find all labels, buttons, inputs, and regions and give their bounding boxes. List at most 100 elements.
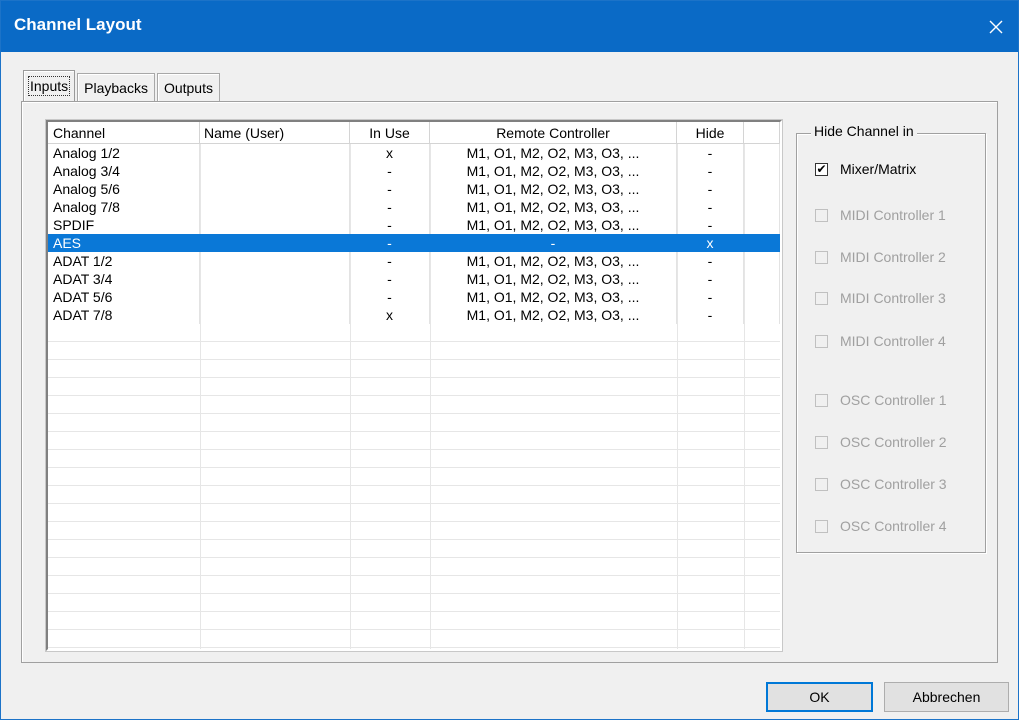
checkbox-label: OSC Controller 3 <box>840 476 947 492</box>
cell-in-use: - <box>350 270 430 288</box>
cell-in-use: - <box>350 234 430 252</box>
table-row[interactable]: SPDIF - M1, O1, M2, O2, M3, O3, ... - <box>48 216 780 234</box>
cell-name <box>200 162 350 180</box>
cell-name <box>200 252 350 270</box>
cell-remote: M1, O1, M2, O2, M3, O3, ... <box>430 288 677 306</box>
cell-hide: - <box>677 144 744 162</box>
grid-line-horizontal <box>48 449 780 450</box>
cell-in-use: - <box>350 252 430 270</box>
table-row[interactable]: AES - - x <box>48 234 780 252</box>
hide-option-mixer-matrix[interactable]: ✔ Mixer/Matrix <box>815 161 916 177</box>
cell-filler <box>744 270 780 288</box>
cell-hide: - <box>677 198 744 216</box>
cell-channel: ADAT 7/8 <box>48 306 200 324</box>
hide-option-osc-controller-1[interactable]: OSC Controller 1 <box>815 392 947 408</box>
grid-line-horizontal <box>48 539 780 540</box>
checkbox-icon[interactable] <box>815 435 828 449</box>
cell-name <box>200 180 350 198</box>
column-header-hide[interactable]: Hide <box>677 122 744 144</box>
grid-line-horizontal <box>48 611 780 612</box>
grid-line-horizontal <box>48 341 780 342</box>
grid-line-horizontal <box>48 377 780 378</box>
cell-remote: M1, O1, M2, O2, M3, O3, ... <box>430 216 677 234</box>
cell-remote: M1, O1, M2, O2, M3, O3, ... <box>430 180 677 198</box>
ok-button[interactable]: OK <box>766 682 873 712</box>
cell-hide: - <box>677 216 744 234</box>
cell-channel: Analog 5/6 <box>48 180 200 198</box>
checkbox-icon[interactable] <box>815 208 828 222</box>
hide-option-midi-controller-1[interactable]: MIDI Controller 1 <box>815 207 946 223</box>
checkbox-label: MIDI Controller 3 <box>840 290 946 306</box>
checkbox-icon[interactable] <box>815 477 828 491</box>
checkbox-label: OSC Controller 2 <box>840 434 947 450</box>
column-header-channel[interactable]: Channel <box>48 122 200 144</box>
checkbox-icon[interactable] <box>815 334 828 348</box>
channel-list[interactable]: Channel Name (User) In Use Remote Contro… <box>45 119 783 652</box>
column-header-filler <box>744 122 780 144</box>
cancel-button[interactable]: Abbrechen <box>884 682 1009 712</box>
cell-remote: M1, O1, M2, O2, M3, O3, ... <box>430 252 677 270</box>
tab-playbacks-label: Playbacks <box>84 79 148 96</box>
table-row[interactable]: Analog 5/6 - M1, O1, M2, O2, M3, O3, ... - <box>48 180 780 198</box>
cell-channel: ADAT 1/2 <box>48 252 200 270</box>
title-bar[interactable]: Channel Layout <box>1 1 1018 52</box>
cell-name <box>200 198 350 216</box>
checkbox-icon[interactable] <box>815 250 828 264</box>
table-row[interactable]: Analog 7/8 - M1, O1, M2, O2, M3, O3, ... - <box>48 198 780 216</box>
cell-filler <box>744 144 780 162</box>
table-row[interactable]: ADAT 3/4 - M1, O1, M2, O2, M3, O3, ... - <box>48 270 780 288</box>
grid-line-horizontal <box>48 629 780 630</box>
grid-line-horizontal <box>48 431 780 432</box>
grid-line-horizontal <box>48 521 780 522</box>
tab-inputs[interactable]: Inputs <box>23 70 76 101</box>
checkbox-icon[interactable] <box>815 291 828 305</box>
checkbox-label: OSC Controller 1 <box>840 392 947 408</box>
channel-layout-dialog: Channel Layout Inputs Playbacks Outputs … <box>0 0 1019 720</box>
grid-line-horizontal <box>48 647 780 648</box>
checkbox-icon[interactable] <box>815 519 828 533</box>
table-row[interactable]: Analog 3/4 - M1, O1, M2, O2, M3, O3, ... - <box>48 162 780 180</box>
grid-line-horizontal <box>48 485 780 486</box>
cell-hide: - <box>677 270 744 288</box>
checkbox-icon[interactable] <box>815 393 828 407</box>
hide-option-midi-controller-3[interactable]: MIDI Controller 3 <box>815 290 946 306</box>
tab-playbacks[interactable]: Playbacks <box>77 73 155 101</box>
cell-hide: - <box>677 252 744 270</box>
hide-option-osc-controller-4[interactable]: OSC Controller 4 <box>815 518 947 534</box>
grid-line-horizontal <box>48 413 780 414</box>
cell-filler <box>744 162 780 180</box>
tab-outputs[interactable]: Outputs <box>156 73 220 101</box>
table-row[interactable]: Analog 1/2 x M1, O1, M2, O2, M3, O3, ... - <box>48 144 780 162</box>
hide-option-midi-controller-2[interactable]: MIDI Controller 2 <box>815 249 946 265</box>
close-button[interactable] <box>974 1 1018 52</box>
column-header-remote-controller[interactable]: Remote Controller <box>430 122 677 144</box>
cell-in-use: x <box>350 306 430 324</box>
cell-channel: AES <box>48 234 200 252</box>
grid-line-horizontal <box>48 467 780 468</box>
close-icon <box>989 20 1003 33</box>
cell-in-use: - <box>350 198 430 216</box>
column-header-name[interactable]: Name (User) <box>200 122 350 144</box>
cell-filler <box>744 180 780 198</box>
cell-filler <box>744 216 780 234</box>
checkbox-checked-icon[interactable]: ✔ <box>815 162 828 176</box>
table-row[interactable]: ADAT 7/8 x M1, O1, M2, O2, M3, O3, ... - <box>48 306 780 324</box>
checkbox-label: OSC Controller 4 <box>840 518 947 534</box>
table-row[interactable]: ADAT 1/2 - M1, O1, M2, O2, M3, O3, ... - <box>48 252 780 270</box>
cell-channel: Analog 7/8 <box>48 198 200 216</box>
tab-strip: Inputs Playbacks Outputs <box>23 70 222 101</box>
hide-option-osc-controller-2[interactable]: OSC Controller 2 <box>815 434 947 450</box>
cell-name <box>200 270 350 288</box>
cell-in-use: - <box>350 288 430 306</box>
cell-channel: ADAT 5/6 <box>48 288 200 306</box>
hide-option-osc-controller-3[interactable]: OSC Controller 3 <box>815 476 947 492</box>
cell-remote: M1, O1, M2, O2, M3, O3, ... <box>430 306 677 324</box>
grid-line-horizontal <box>48 503 780 504</box>
cell-in-use: - <box>350 216 430 234</box>
table-row[interactable]: ADAT 5/6 - M1, O1, M2, O2, M3, O3, ... - <box>48 288 780 306</box>
hide-option-midi-controller-4[interactable]: MIDI Controller 4 <box>815 333 946 349</box>
column-header-in-use[interactable]: In Use <box>350 122 430 144</box>
list-header: Channel Name (User) In Use Remote Contro… <box>48 122 780 144</box>
grid-line-horizontal <box>48 593 780 594</box>
cell-hide: - <box>677 288 744 306</box>
